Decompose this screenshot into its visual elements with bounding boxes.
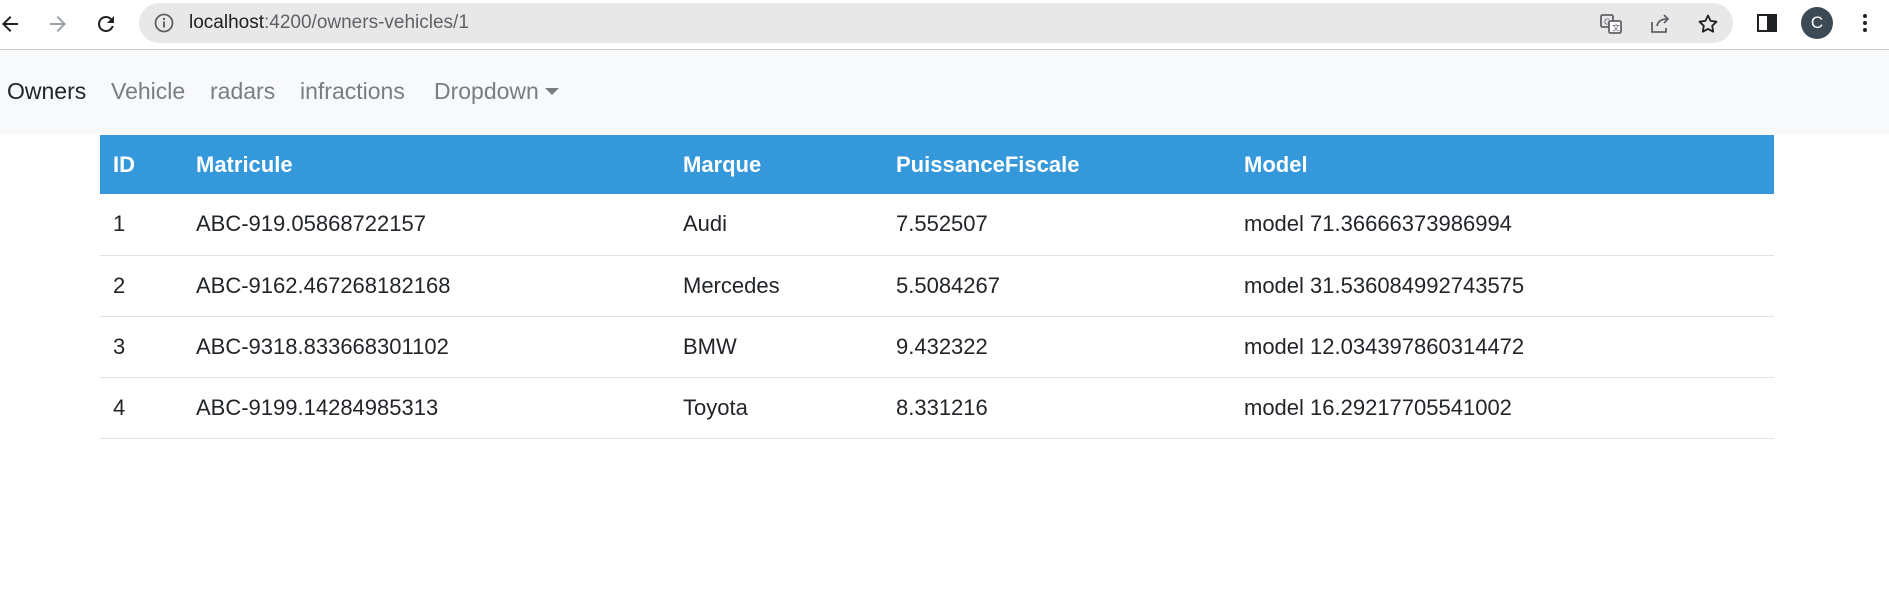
nav-dropdown-label: Dropdown bbox=[434, 78, 539, 104]
table-row: 3 ABC-9318.833668301102 BMW 9.432322 mod… bbox=[100, 316, 1774, 377]
forward-icon[interactable] bbox=[40, 6, 76, 42]
caret-down-icon bbox=[544, 88, 559, 95]
cell-id: 3 bbox=[113, 333, 126, 359]
cell-matricule: ABC-9162.467268182168 bbox=[196, 272, 451, 298]
cell-model: model 12.034397860314472 bbox=[1244, 333, 1525, 359]
site-info-icon[interactable] bbox=[153, 12, 175, 34]
vehicles-table: ID Matricule Marque PuissanceFiscale Mod… bbox=[100, 135, 1774, 439]
cell-id: 2 bbox=[113, 272, 126, 298]
cell-matricule: ABC-9199.14284985313 bbox=[196, 394, 439, 420]
bookmark-star-icon[interactable] bbox=[1695, 11, 1721, 37]
more-menu-icon[interactable] bbox=[1850, 8, 1880, 38]
nav-link-owners[interactable]: Owners bbox=[7, 78, 86, 105]
cell-model: model 16.29217705541002 bbox=[1244, 394, 1512, 420]
avatar[interactable]: C bbox=[1801, 7, 1833, 39]
side-panel-icon[interactable] bbox=[1752, 8, 1782, 38]
cell-matricule: ABC-9318.833668301102 bbox=[196, 333, 449, 359]
cell-puissance-fiscale: 5.5084267 bbox=[896, 272, 1000, 298]
cell-marque: Audi bbox=[683, 211, 728, 237]
svg-text:文: 文 bbox=[1612, 23, 1620, 33]
nav-link-radars[interactable]: radars bbox=[210, 78, 275, 105]
column-header-matricule: Matricule bbox=[196, 151, 293, 177]
cell-id: 4 bbox=[113, 394, 126, 420]
cell-puissance-fiscale: 9.432322 bbox=[896, 333, 988, 359]
url-text: localhost:4200/owners-vehicles/1 bbox=[189, 3, 469, 43]
table-row: 2 ABC-9162.467268182168 Mercedes 5.50842… bbox=[100, 255, 1774, 316]
table-row: 1 ABC-919.05868722157 Audi 7.552507 mode… bbox=[100, 194, 1774, 255]
cell-model: model 71.36666373986994 bbox=[1244, 211, 1512, 237]
cell-marque: Toyota bbox=[683, 394, 748, 420]
vehicles-table-container: ID Matricule Marque PuissanceFiscale Mod… bbox=[100, 135, 1774, 439]
back-icon[interactable] bbox=[0, 6, 28, 42]
cell-matricule: ABC-919.05868722157 bbox=[196, 211, 426, 237]
table-row: 4 ABC-9199.14284985313 Toyota 8.331216 m… bbox=[100, 377, 1774, 438]
cell-model: model 31.536084992743575 bbox=[1244, 272, 1525, 298]
nav-link-infractions[interactable]: infractions bbox=[300, 78, 405, 105]
url-host: localhost bbox=[189, 12, 264, 33]
cell-marque: Mercedes bbox=[683, 272, 780, 298]
reload-icon[interactable] bbox=[88, 6, 124, 42]
nav-link-vehicle[interactable]: Vehicle bbox=[111, 78, 185, 105]
table-header-row: ID Matricule Marque PuissanceFiscale Mod… bbox=[100, 135, 1774, 194]
address-bar[interactable]: localhost:4200/owners-vehicles/1 G文 bbox=[139, 3, 1733, 43]
cell-puissance-fiscale: 7.552507 bbox=[896, 211, 988, 237]
svg-text:G: G bbox=[1604, 18, 1610, 27]
cell-marque: BMW bbox=[683, 333, 737, 359]
column-header-marque: Marque bbox=[683, 151, 762, 177]
column-header-model: Model bbox=[1244, 151, 1308, 177]
url-path: :4200/owners-vehicles/1 bbox=[264, 12, 469, 33]
translate-icon[interactable]: G文 bbox=[1598, 11, 1624, 37]
cell-puissance-fiscale: 8.331216 bbox=[896, 394, 988, 420]
share-icon[interactable] bbox=[1647, 11, 1673, 37]
column-header-id: ID bbox=[113, 151, 135, 177]
browser-toolbar: localhost:4200/owners-vehicles/1 G文 C bbox=[0, 0, 1889, 50]
cell-id: 1 bbox=[113, 211, 126, 237]
app-navbar: Owners Vehicle radars infractions Dropdo… bbox=[0, 50, 1889, 134]
nav-dropdown-toggle[interactable]: Dropdown bbox=[434, 78, 559, 105]
column-header-puissance-fiscale: PuissanceFiscale bbox=[896, 151, 1080, 177]
